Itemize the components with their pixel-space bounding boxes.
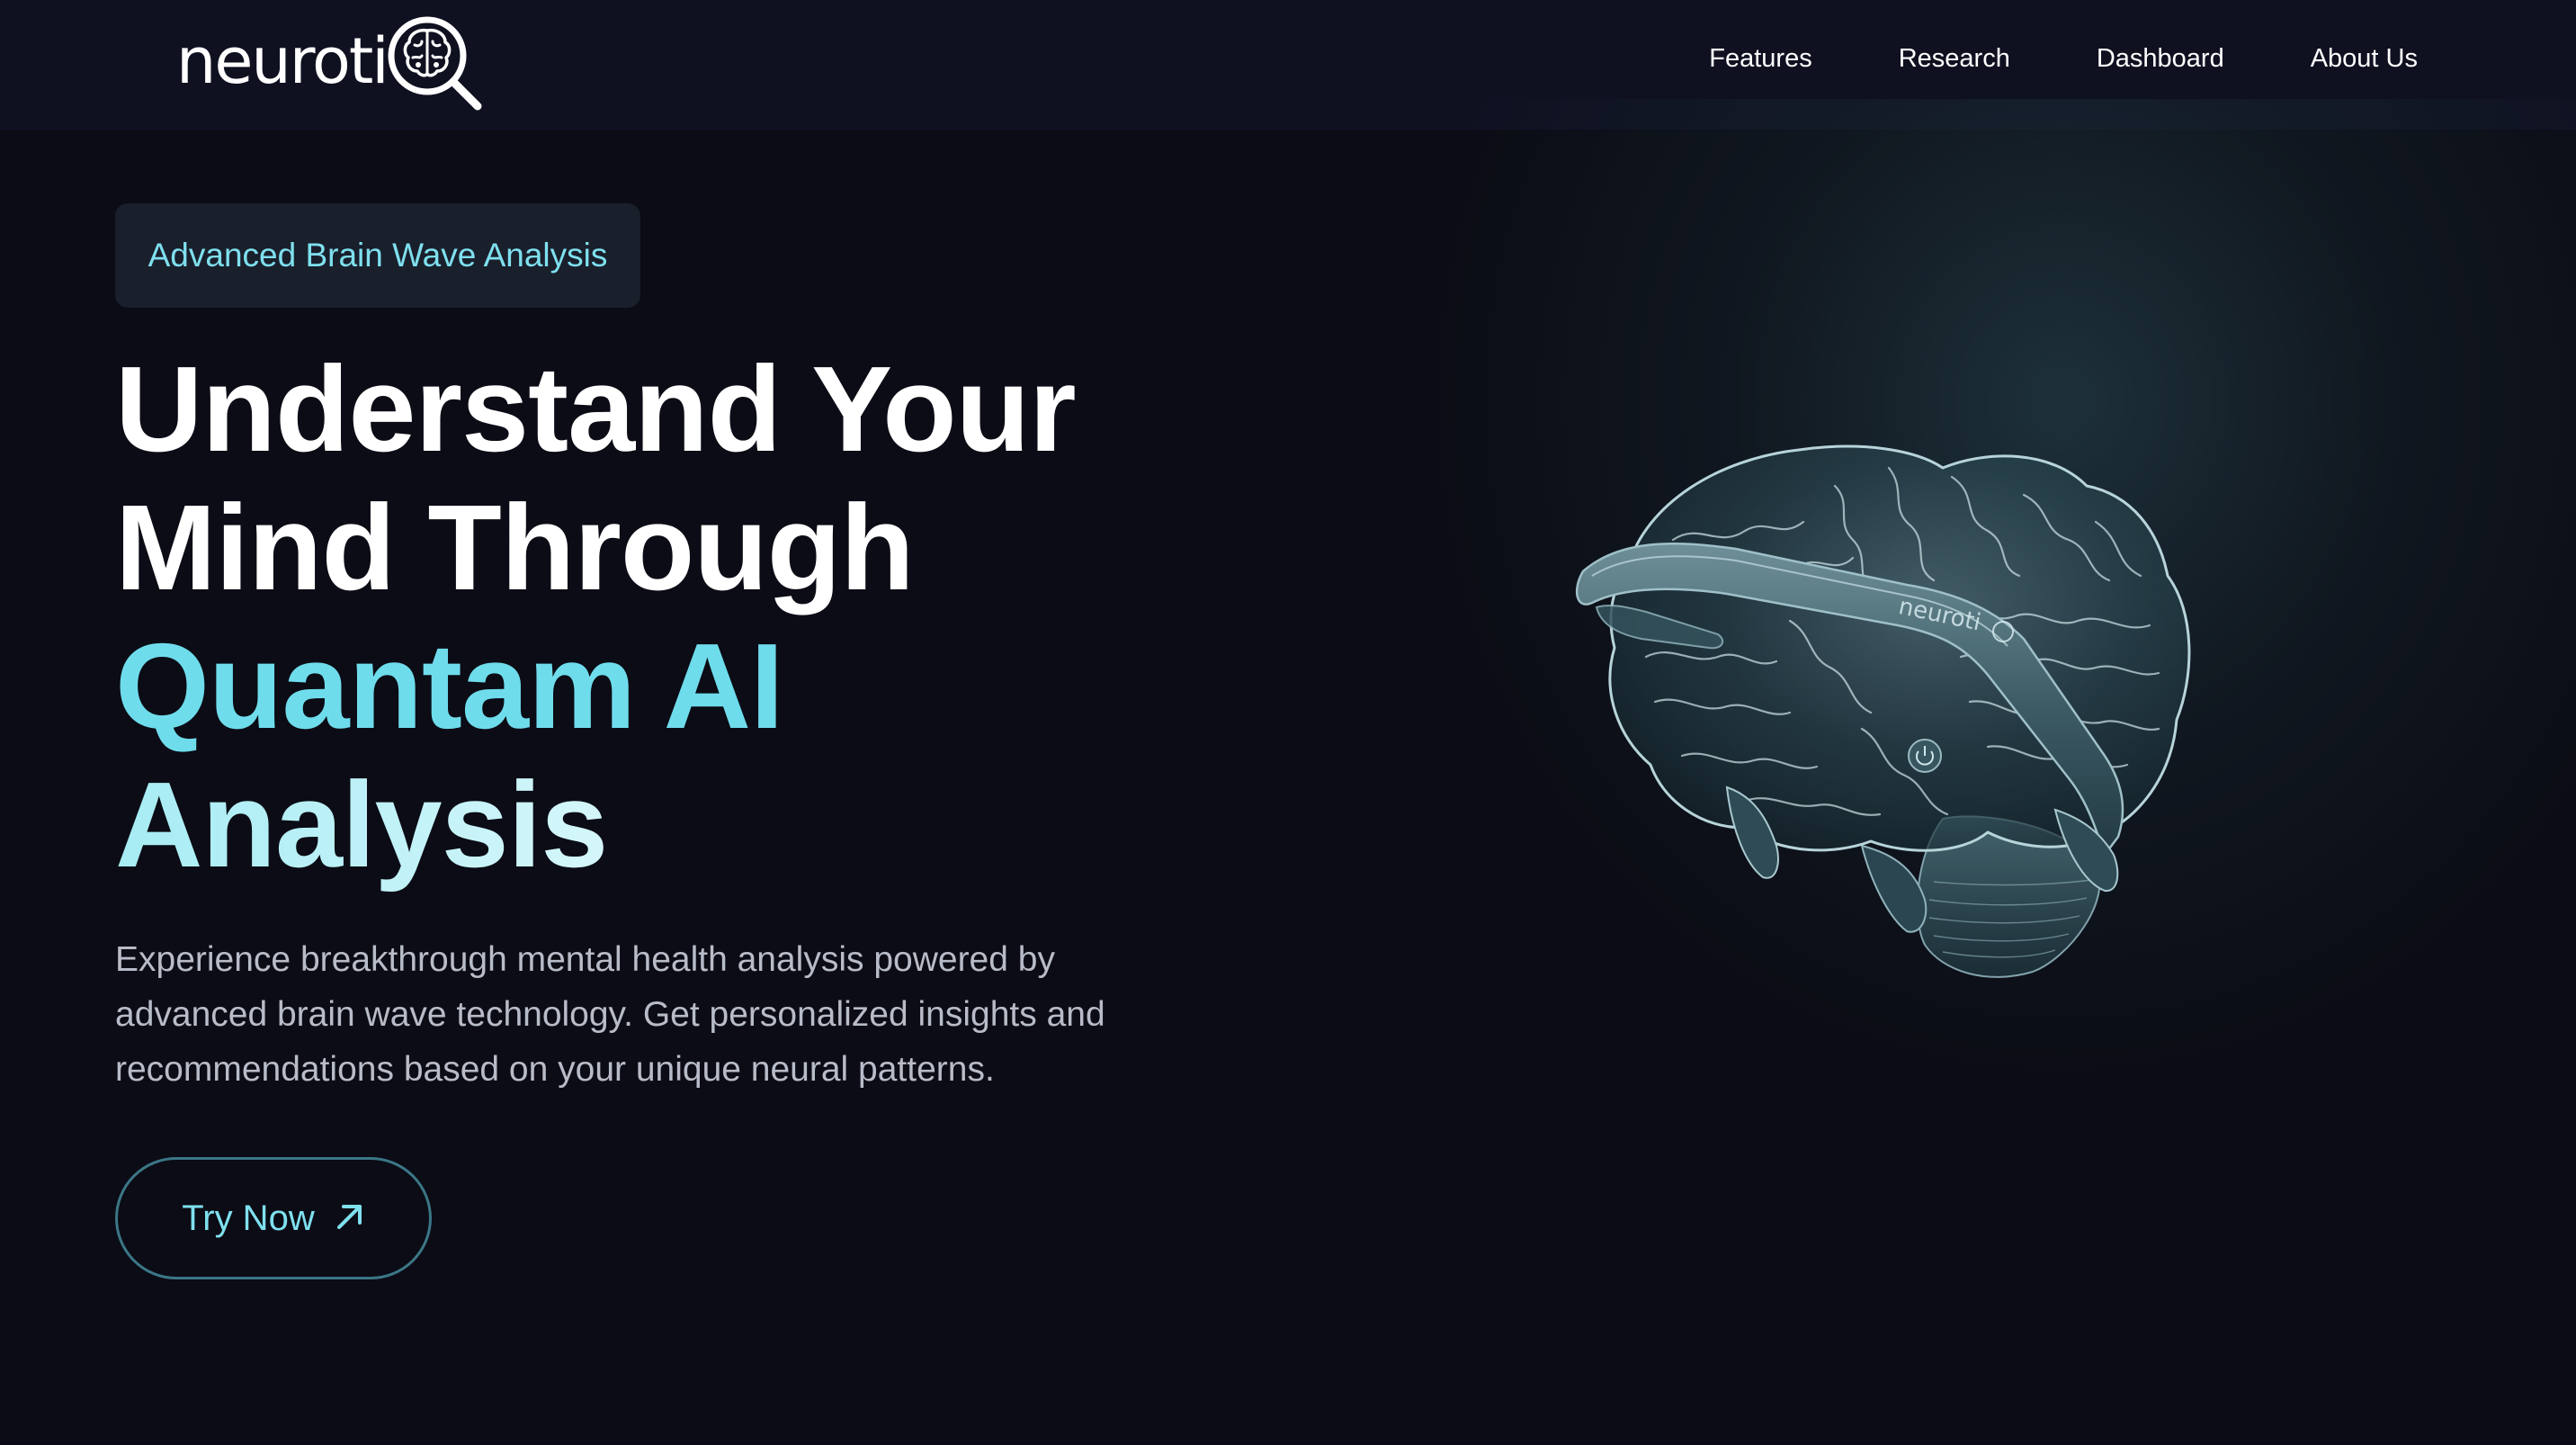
hero-badge: Advanced Brain Wave Analysis <box>115 203 640 308</box>
nav-features[interactable]: Features <box>1709 44 1811 74</box>
hero-headline: Understand Your Mind Through Quantam AI … <box>115 340 1284 894</box>
logo-text: neuroti <box>176 24 389 98</box>
brain-headband-illustration: neuroti <box>1565 432 2267 1012</box>
headline-line-3: Quantam AI <box>115 618 784 754</box>
try-now-label: Try Now <box>182 1198 315 1238</box>
arrow-up-right-icon <box>335 1201 365 1236</box>
nav-research[interactable]: Research <box>1899 44 2010 74</box>
headline-line-1: Understand Your <box>115 341 1077 477</box>
brain-magnifier-icon <box>382 11 488 121</box>
headline-line-4: Analysis <box>115 756 1284 894</box>
try-now-button[interactable]: Try Now <box>115 1157 432 1279</box>
hero-subtitle: Experience breakthrough mental health an… <box>115 940 1105 1089</box>
main-nav: Features Research Dashboard About Us <box>1709 36 2418 81</box>
logo[interactable]: neuroti <box>176 5 488 117</box>
headline-line-2: Mind Through <box>115 480 915 615</box>
landing-page: neuroti Features Research Dashboard Abou… <box>0 0 2576 1445</box>
nav-dashboard[interactable]: Dashboard <box>2097 44 2224 74</box>
hero-badge-label: Advanced Brain Wave Analysis <box>148 237 608 274</box>
nav-about-us[interactable]: About Us <box>2311 44 2418 74</box>
